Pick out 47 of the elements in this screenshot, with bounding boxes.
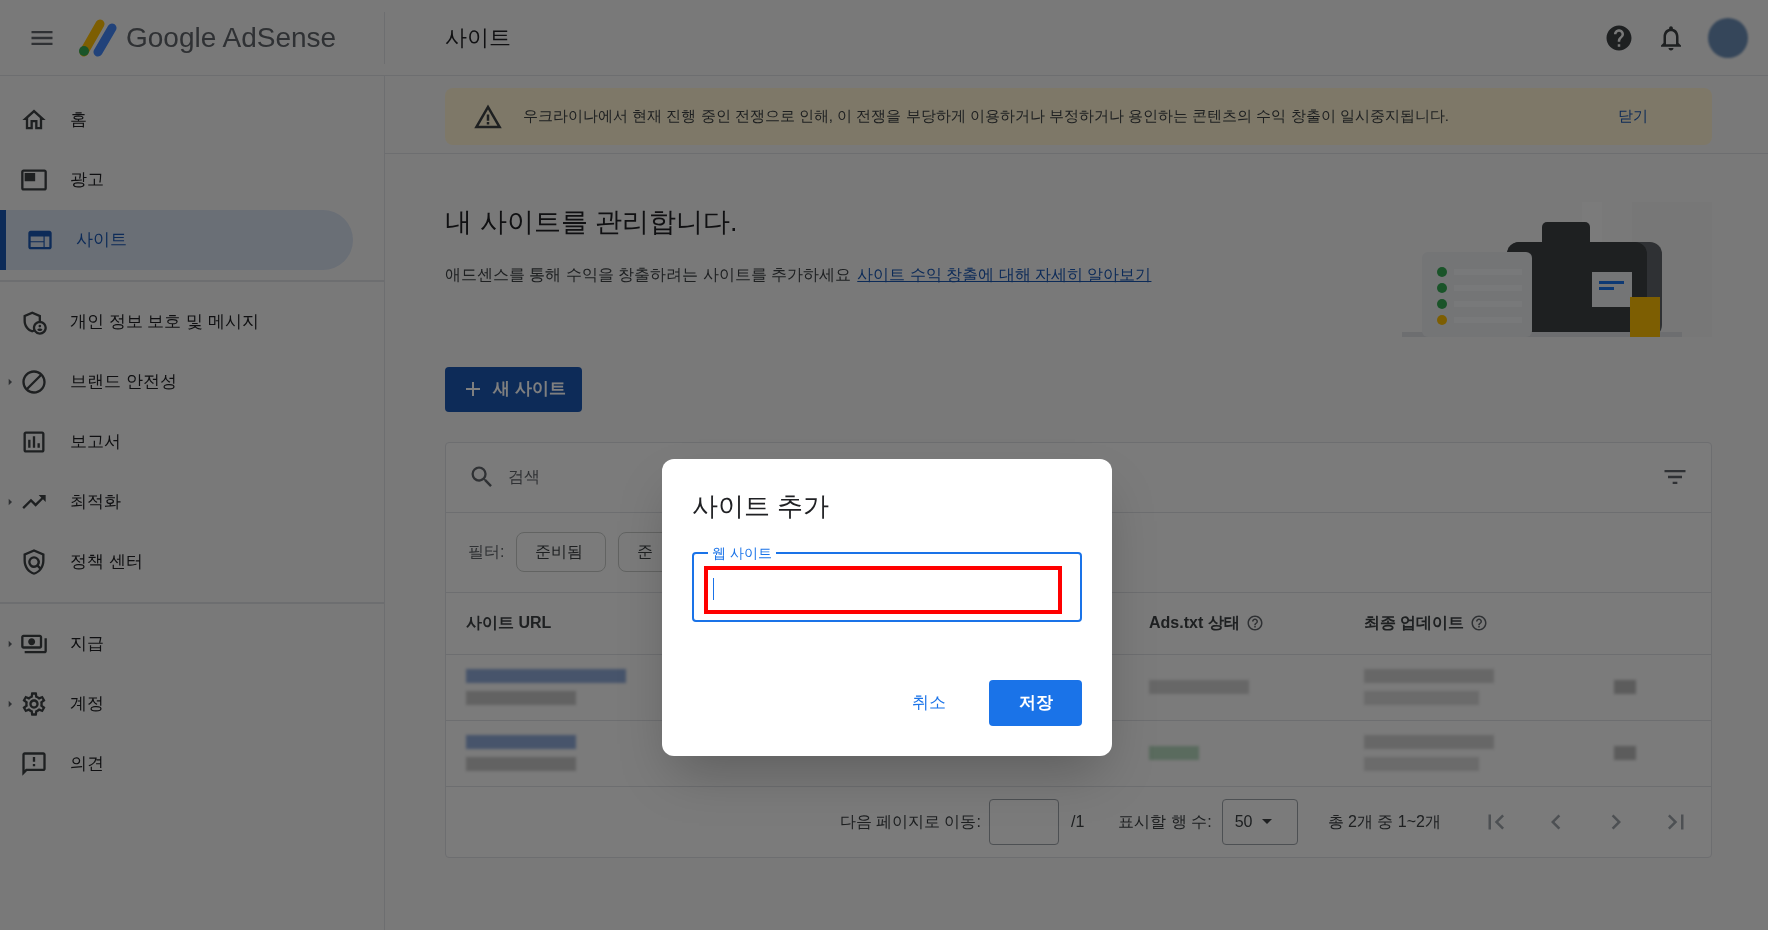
text-cursor [713,578,714,600]
sidebar-item[interactable]: 계정 [0,674,353,734]
product-name: Google AdSense [126,20,337,55]
website-field[interactable]: 웹 사이트 [692,544,1082,622]
column-header-label: 최종 업데이트 [1364,613,1465,633]
dropdown-caret-icon [1262,819,1273,824]
sidebar-item[interactable]: 지급 [0,614,353,674]
help-icon[interactable] [1245,614,1264,632]
page-title: 사이트 [445,24,511,52]
dialog-title: 사이트 추가 [692,490,831,523]
block-icon [20,368,48,396]
blurred-text [1149,746,1199,760]
filter-label: 필터: [468,542,505,562]
column-header-label: 사이트 URL [466,613,552,633]
sidebar-item[interactable]: 홈 [0,90,353,150]
cancel-button[interactable]: 취소 [891,680,967,726]
field-label: 웹 사이트 [711,544,773,562]
new-site-button[interactable]: 새 사이트 [445,366,582,412]
sidebar-item[interactable]: 의견 [0,734,353,794]
filter-chip[interactable]: 준비됨 [516,532,607,572]
feedback-icon [20,750,48,778]
column-header-label: Ads.txt 상태 [1149,613,1240,633]
settings-icon [20,690,48,718]
intro-text: 애드센스를 통해 수익을 창출하려는 사이트를 추가하세요 [445,264,852,285]
sidebar-item[interactable]: 최적화 [0,472,353,532]
page-heading: 내 사이트를 관리합니다. [445,206,739,239]
search-field[interactable]: 검색 [508,465,808,489]
sidebar-item[interactable]: 개인 정보 보호 및 메시지 [0,292,353,352]
sidebar-item[interactable]: 보고서 [0,412,353,472]
close-banner-link[interactable]: 닫기 [1618,105,1648,128]
rows-per-page-label: 표시할 행 수: [1118,811,1212,832]
sidebar-item[interactable]: 브랜드 안전성 [0,352,353,412]
rows-per-page-select[interactable]: 50 [1221,798,1298,845]
blurred-text [1614,746,1636,760]
sidebar-item[interactable]: 정책 센터 [0,532,353,592]
sidebar-item[interactable]: 광고 [0,150,353,210]
page-number-field[interactable] [988,798,1059,845]
blurred-text [1614,680,1636,694]
avatar[interactable] [1708,17,1748,58]
page-total: /1 [1070,811,1085,832]
page-jump-label: 다음 페이지로 이동: [839,811,981,832]
sidebar-item[interactable]: 사이트 [0,210,353,270]
banner-message: 우크라이나에서 현재 진행 중인 전쟁으로 인해, 이 전쟁을 부당하게 이용하거나 부정하거나 용인하는 콘텐츠의 수익 창출이 일시중지됩니다. [523,106,1449,127]
learn-more-link[interactable]: 사이트 수익 창출에 대해 자세히 알아보기 [857,262,1152,287]
range-text: 총 2개 중 1~2개 [1327,811,1441,832]
help-icon[interactable] [1470,614,1489,632]
save-button[interactable]: 저장 [989,680,1082,726]
